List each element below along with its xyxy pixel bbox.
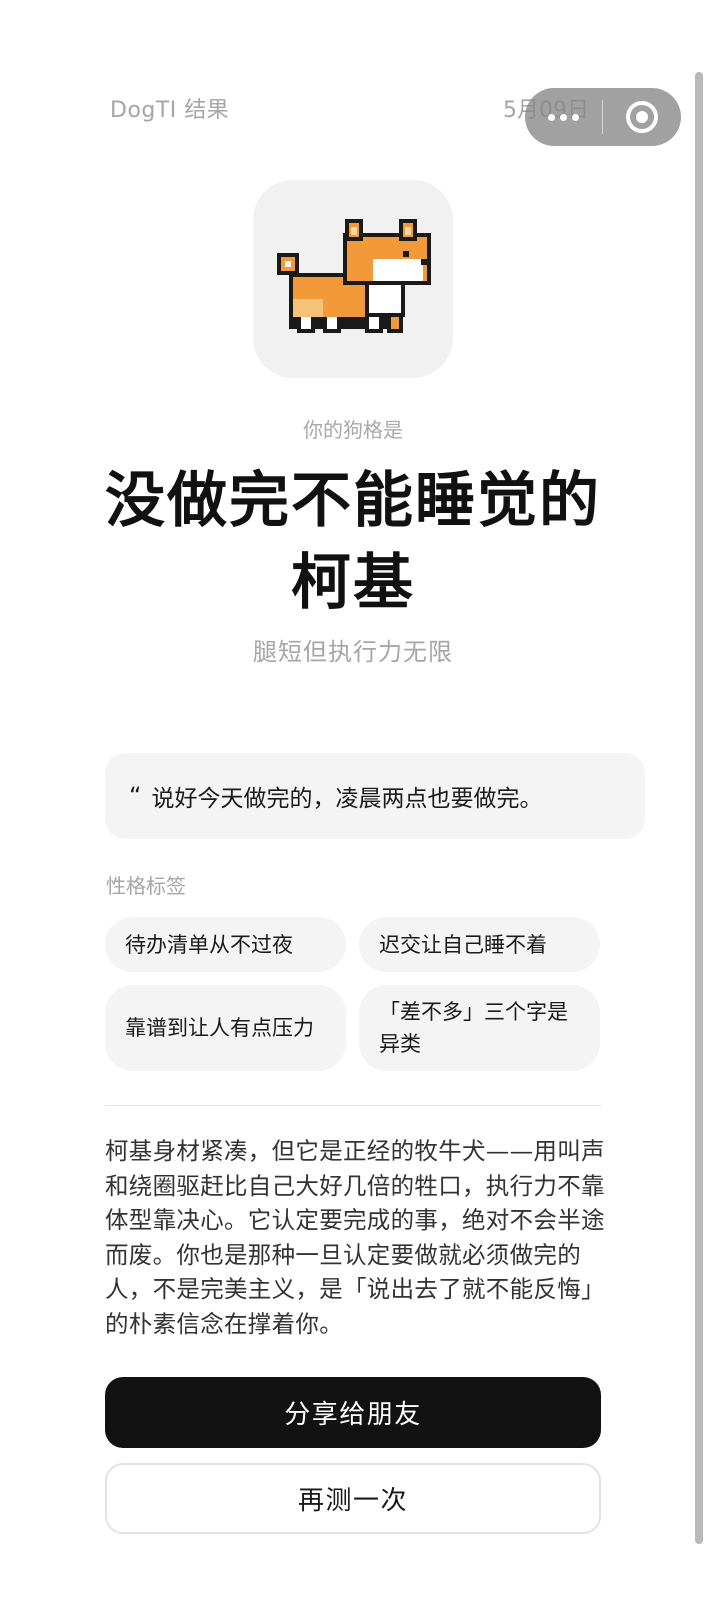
tags-section-label: 性格标签 <box>106 874 186 898</box>
result-name-line2: 柯基 <box>291 548 415 618</box>
quote-card: “ 说好今天做完的，凌晨两点也要做完。 <box>105 753 645 839</box>
more-dots-icon[interactable] <box>525 88 602 146</box>
pixel-corgi-icon <box>277 219 431 333</box>
personality-tag: 「差不多」三个字是异类 <box>359 985 600 1071</box>
tag-text: 「差不多」三个字是异类 <box>379 1000 568 1056</box>
quote-mark: “ <box>129 782 142 810</box>
tag-text: 迟交让自己睡不着 <box>379 932 547 957</box>
result-name-line1: 没做完不能睡觉的 <box>105 466 601 536</box>
tag-text: 靠谱到让人有点压力 <box>125 1016 314 1040</box>
tag-text: 待办清单从不过夜 <box>125 932 293 957</box>
result-description: 腿短但执行力无限 <box>253 638 453 666</box>
personality-description: 柯基身材紧凑，但它是正经的牧牛犬——用叫声和绕圈驱赶比自己大好几倍的牲口，执行力… <box>105 1137 605 1338</box>
mini-program-capsule <box>525 88 681 146</box>
result-name: 没做完不能睡觉的 柯基 <box>0 460 706 624</box>
personality-tag: 待办清单从不过夜 <box>105 917 346 972</box>
result-label: 你的狗格是 <box>303 418 403 442</box>
share-button[interactable]: 分享给朋友 <box>105 1377 601 1448</box>
quote-text: 说好今天做完的，凌晨两点也要做完。 <box>151 786 543 812</box>
personality-tag: 靠谱到让人有点压力 <box>105 985 346 1071</box>
personality-tag: 迟交让自己睡不着 <box>359 917 600 972</box>
section-divider <box>105 1105 601 1106</box>
retry-button[interactable]: 再测一次 <box>105 1463 601 1534</box>
page-title: DogTI 结果 <box>110 98 230 123</box>
scrollbar[interactable] <box>695 72 703 1544</box>
avatar <box>253 180 453 378</box>
target-circle-icon[interactable] <box>603 88 681 146</box>
